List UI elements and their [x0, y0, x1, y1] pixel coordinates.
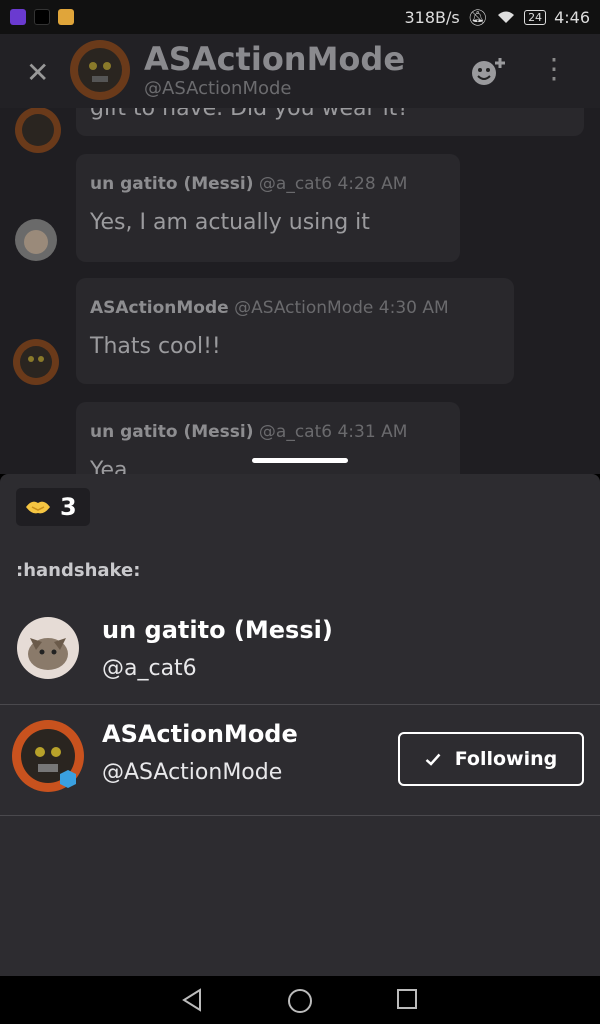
divider [0, 815, 600, 816]
message-text: Yea [90, 458, 128, 474]
header-handle: @ASActionMode [144, 78, 292, 99]
message-bubble[interactable]: un gatito (Messi) @a_cat6 4:28 AM Yes, I… [76, 154, 460, 262]
mute-icon: 🔕︎ [467, 7, 489, 27]
message-handle: @ASActionMode [234, 298, 374, 318]
status-bar: 318B/s 🔕︎ 24 4:46 [0, 0, 600, 34]
reaction-name: :handshake: [16, 560, 141, 581]
following-button-label: Following [454, 748, 558, 770]
wifi-icon [498, 11, 515, 23]
avatar[interactable] [12, 338, 60, 386]
avatar[interactable] [14, 218, 58, 262]
reactions-sheet: 3 :handshake: un gatito (Messi) @a_cat6 … [0, 474, 600, 976]
message-author: un gatito (Messi) [90, 422, 254, 442]
message-handle: @a_cat6 [258, 422, 333, 442]
reaction-count: 3 [60, 493, 77, 521]
network-speed: 318B/s [404, 7, 460, 27]
recents-icon[interactable] [396, 988, 418, 1010]
divider [0, 704, 600, 705]
handshake-icon [26, 501, 50, 514]
chat-view: ✕ ASActionMode @ASActionMode ⋮ gift to h… [0, 34, 600, 474]
message-bubble[interactable]: un gatito (Messi) @a_cat6 4:31 AM Yea [76, 402, 460, 474]
user-handle: @a_cat6 [102, 656, 197, 681]
system-nav-bar [0, 976, 600, 1024]
avatar[interactable] [14, 106, 62, 154]
message-author: ASActionMode [90, 298, 229, 318]
user-row[interactable]: un gatito (Messi) @a_cat6 [0, 602, 600, 710]
more-options-icon[interactable]: ⋮ [540, 52, 568, 85]
message-meta: ASActionMode @ASActionMode 4:30 AM [90, 298, 449, 318]
chat-header: ✕ ASActionMode @ASActionMode ⋮ [0, 34, 600, 108]
user-name: ASActionMode [102, 720, 298, 748]
home-icon[interactable] [287, 988, 313, 1014]
user-name: un gatito (Messi) [102, 616, 333, 644]
reaction-chip[interactable]: 3 [16, 488, 90, 526]
close-icon[interactable]: ✕ [26, 56, 49, 89]
message-time: 4:30 AM [378, 298, 449, 318]
avatar[interactable] [68, 38, 132, 102]
message-text: Thats cool!! [90, 334, 221, 359]
message-text: Yes, I am actually using it [90, 210, 370, 235]
back-icon[interactable] [181, 988, 203, 1012]
message-time: 4:28 AM [337, 174, 408, 194]
message-meta: un gatito (Messi) @a_cat6 4:28 AM [90, 174, 407, 194]
following-button[interactable]: Following [398, 732, 584, 786]
avatar[interactable] [16, 616, 80, 680]
battery-icon: 24 [524, 9, 547, 25]
message-meta: un gatito (Messi) @a_cat6 4:31 AM [90, 422, 407, 442]
app-notification-icon [10, 9, 26, 25]
user-handle: @ASActionMode [102, 760, 283, 785]
message-time: 4:31 AM [337, 422, 408, 442]
user-row[interactable]: ASActionMode @ASActionMode Following [0, 706, 600, 814]
clock: 4:46 [554, 7, 590, 27]
app-notification-icon [58, 9, 74, 25]
message-bubble[interactable]: ASActionMode @ASActionMode 4:30 AM Thats… [76, 278, 514, 384]
checkmark-icon [425, 753, 441, 766]
app-notification-icon [34, 9, 50, 25]
message-handle: @a_cat6 [258, 174, 333, 194]
avatar[interactable] [10, 718, 86, 794]
sheet-drag-handle[interactable] [252, 458, 348, 463]
page-title: ASActionMode [144, 40, 406, 78]
message-author: un gatito (Messi) [90, 174, 254, 194]
add-reaction-icon[interactable] [470, 56, 506, 86]
